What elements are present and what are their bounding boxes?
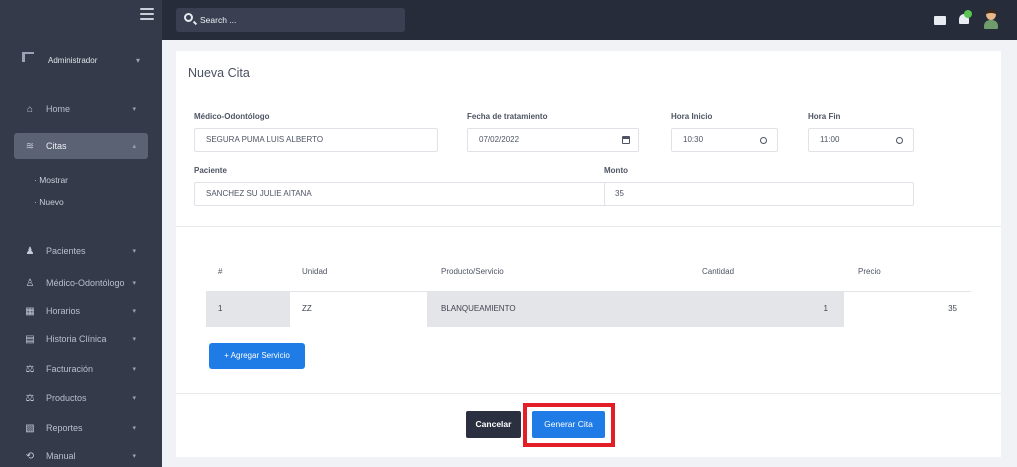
monto-field[interactable]: 35 — [604, 182, 914, 206]
sidebar-item-label: Home — [46, 104, 71, 114]
sidebar-user-label: Administrador — [48, 56, 98, 65]
search-icon — [184, 13, 193, 22]
chevron-down-icon: ▾ — [132, 453, 136, 460]
table-cell: ZZ — [290, 292, 427, 327]
sidebar-item-label: Historia Clínica — [46, 334, 107, 344]
generate-appointment-button[interactable]: Generar Cita — [532, 411, 605, 438]
sidebar-item-label: Médico-Odontólogo — [46, 278, 125, 288]
chevron-up-icon: ▴ — [132, 143, 136, 150]
chevron-down-icon: ▾ — [132, 106, 136, 113]
column-header: # — [218, 267, 223, 276]
sidebar-item-label: Reportes — [46, 423, 83, 433]
sidebar-item-label: Manual — [46, 451, 76, 461]
chevron-down-icon: ▾ — [132, 248, 136, 255]
notification-badge — [964, 10, 972, 18]
home-icon: ⌂ — [26, 103, 34, 115]
section-divider — [176, 226, 1001, 227]
chevron-down-icon: ▾ — [136, 56, 141, 65]
scale-icon: ⚖ — [25, 363, 35, 375]
page-title: Nueva Cita — [188, 66, 250, 80]
chevron-down-icon: ▾ — [132, 308, 136, 315]
sidebar-item-home[interactable]: ⌂ Home ▾ — [14, 96, 148, 122]
sidebar-item-label: Horarios — [46, 306, 81, 316]
table-cell: 1 — [206, 292, 290, 327]
column-header: Unidad — [302, 267, 328, 276]
sidebar-item-horarios[interactable]: ▦ Horarios ▾ — [14, 298, 148, 324]
calendar-icon[interactable] — [622, 136, 630, 144]
sidebar-item-historia[interactable]: ▤ Historia Clínica ▾ — [14, 326, 148, 352]
hora-inicio-field[interactable]: 10:30 — [671, 128, 778, 152]
monto-label: Monto — [604, 166, 628, 175]
clock-icon[interactable] — [896, 137, 903, 144]
manual-icon: ⟲ — [25, 450, 35, 462]
hora-inicio-label: Hora Inicio — [671, 112, 713, 121]
person-icon: ♟ — [25, 245, 35, 257]
medico-select[interactable]: SEGURA PUMA LUIS ALBERTO — [194, 128, 438, 152]
fecha-field[interactable]: 07/02/2022 — [467, 128, 639, 152]
scale-icon: ⚖ — [25, 392, 35, 404]
chevron-down-icon: ▾ — [132, 395, 136, 402]
clock-icon[interactable] — [760, 137, 767, 144]
chevron-down-icon: ▾ — [132, 336, 136, 343]
medico-label: Médico-Odontólogo — [194, 112, 270, 121]
calendar-icon: ▦ — [25, 305, 35, 317]
menu-toggle-icon[interactable] — [140, 8, 154, 20]
sidebar-item-label: Facturación — [46, 364, 94, 374]
sidebar-subitem-mostrar[interactable]: · Mostrar — [34, 175, 68, 185]
sidebar: Administrador ▾ ⌂ Home ▾ ≋ Citas ▴ · Mos… — [0, 0, 162, 467]
sidebar-user[interactable]: Administrador ▾ — [0, 46, 162, 76]
form-card — [176, 51, 1001, 457]
sidebar-item-citas[interactable]: ≋ Citas ▴ — [14, 133, 148, 159]
chevron-down-icon: ▾ — [132, 366, 136, 373]
layers-icon: ≋ — [25, 140, 35, 152]
report-icon: ▧ — [25, 422, 35, 434]
sidebar-item-pacientes[interactable]: ♟ Pacientes ▾ — [14, 238, 148, 264]
column-header: Cantidad — [702, 267, 735, 276]
sidebar-item-medico[interactable]: ♙ Médico-Odontólogo ▾ — [14, 270, 148, 296]
hora-fin-label: Hora Fin — [808, 112, 841, 121]
sidebar-item-manual[interactable]: ⟲ Manual ▾ — [14, 443, 148, 467]
sidebar-item-label: Productos — [46, 393, 87, 403]
sidebar-item-facturacion[interactable]: ⚖ Facturación ▾ — [14, 356, 148, 382]
column-header: Producto/Servicio — [441, 267, 504, 276]
paciente-select[interactable]: SANCHEZ SU JULIE AITANA — [194, 182, 616, 206]
table-cell: BLANQUEAMIENTO — [427, 292, 634, 327]
avatar[interactable] — [982, 8, 1000, 30]
column-header: Precio — [858, 267, 881, 276]
sidebar-subitem-nuevo[interactable]: · Nuevo — [34, 197, 64, 207]
mail-icon[interactable] — [934, 16, 946, 25]
paciente-label: Paciente — [194, 166, 227, 175]
chevron-down-icon: ▾ — [132, 425, 136, 432]
table-cell: 1 — [634, 292, 844, 327]
table-cell: 35 — [844, 292, 971, 327]
sidebar-item-productos[interactable]: ⚖ Productos ▾ — [14, 385, 148, 411]
bell-icon[interactable] — [958, 10, 972, 26]
add-service-button[interactable]: + Agregar Servicio — [209, 343, 305, 369]
chevron-down-icon: ▾ — [132, 280, 136, 287]
sidebar-item-label: Pacientes — [46, 246, 86, 256]
search-box[interactable] — [176, 8, 405, 32]
sidebar-item-reportes[interactable]: ▧ Reportes ▾ — [14, 415, 148, 441]
clipboard-icon: ▤ — [25, 333, 35, 345]
doctor-icon: ♙ — [25, 277, 35, 289]
footer-divider — [176, 393, 1001, 394]
search-input[interactable] — [200, 13, 395, 27]
cancel-button[interactable]: Cancelar — [466, 411, 521, 438]
sidebar-item-label: Citas — [46, 141, 67, 151]
hora-fin-field[interactable]: 11:00 — [808, 128, 914, 152]
user-image-icon — [22, 52, 34, 62]
fecha-label: Fecha de tratamiento — [467, 112, 548, 121]
